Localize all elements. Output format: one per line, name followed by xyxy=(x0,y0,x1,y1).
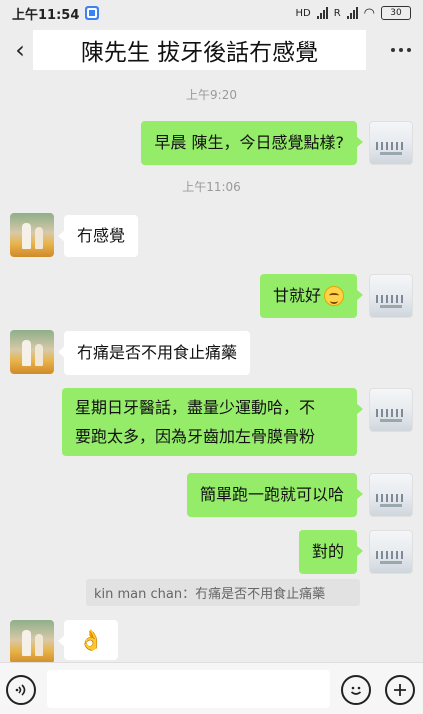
app-notification-icon xyxy=(85,6,100,20)
message-text-line-1: 星期日牙醫話，盡量少運動哈，不 xyxy=(75,398,316,417)
voice-icon[interactable] xyxy=(6,675,36,705)
message-input[interactable] xyxy=(47,670,330,708)
clock: 上午11:54 xyxy=(12,7,80,23)
message-text: 冇痛是否不用食止痛藥 xyxy=(77,343,238,362)
smile-emoji-icon xyxy=(324,286,344,306)
battery-icon: 30 xyxy=(381,6,411,20)
back-arrow-icon[interactable]: ‹ xyxy=(8,36,32,64)
contact-avatar[interactable] xyxy=(10,330,54,374)
message-bubble-received[interactable]: 👌 xyxy=(58,620,118,660)
my-avatar[interactable] xyxy=(369,274,413,318)
my-avatar[interactable] xyxy=(369,388,413,432)
signal-icon-2 xyxy=(346,7,358,19)
quoted-message[interactable]: kin man chan：冇痛是否不用食止痛藥 xyxy=(86,579,360,606)
message-text: 甘就好 xyxy=(272,286,321,305)
message-text: 簡單跑一跑就可以哈 xyxy=(199,485,344,504)
message-bubble-sent[interactable]: 早晨 陳生，今日感覺點樣? xyxy=(141,121,363,165)
message-bubble-sent[interactable]: 對的 xyxy=(298,530,364,574)
my-avatar[interactable] xyxy=(369,530,413,574)
message-timestamp: 上午11:06 xyxy=(182,180,241,194)
chat-title: 陳先生 拔牙後話冇感覺 xyxy=(33,30,366,70)
message-bubble-received[interactable]: 冇痛是否不用食止痛藥 xyxy=(57,331,251,375)
chat-header: ‹ 陳先生 拔牙後話冇感覺 xyxy=(0,26,423,74)
message-bubble-received[interactable]: 冇感覺 xyxy=(57,215,139,257)
message-bubble-sent[interactable]: 簡單跑一跑就可以哈 xyxy=(186,473,364,517)
chat-input-bar xyxy=(0,662,423,714)
status-bar: 上午11:54 HD R ◠ 30 xyxy=(0,0,423,26)
message-text: 早晨 陳生，今日感覺點樣? xyxy=(154,133,344,152)
message-text-line-2: 要跑太多，因為牙齒加左骨膜骨粉 xyxy=(75,427,316,446)
my-avatar[interactable] xyxy=(369,473,413,517)
my-avatar[interactable] xyxy=(369,121,413,165)
contact-avatar[interactable] xyxy=(10,620,54,664)
message-timestamp: 上午9:20 xyxy=(186,88,237,102)
contact-avatar[interactable] xyxy=(10,213,54,257)
signal-icon xyxy=(316,7,328,19)
message-text: 對的 xyxy=(311,542,344,561)
message-bubble-sent[interactable]: 甘就好 xyxy=(259,274,364,318)
network-label-hd: HD xyxy=(295,7,311,19)
message-bubble-sent[interactable]: 星期日牙醫話，盡量少運動哈，不 要跑太多，因為牙齒加左骨膜骨粉 xyxy=(62,388,363,456)
more-options-icon[interactable] xyxy=(391,40,411,60)
network-label-r: R xyxy=(333,7,341,19)
message-text: 冇感覺 xyxy=(77,226,126,245)
emoji-icon[interactable] xyxy=(341,675,371,705)
ok-hand-emoji-icon: 👌 xyxy=(78,628,104,652)
wifi-icon: ◠ xyxy=(363,5,375,21)
plus-icon[interactable] xyxy=(385,675,415,705)
